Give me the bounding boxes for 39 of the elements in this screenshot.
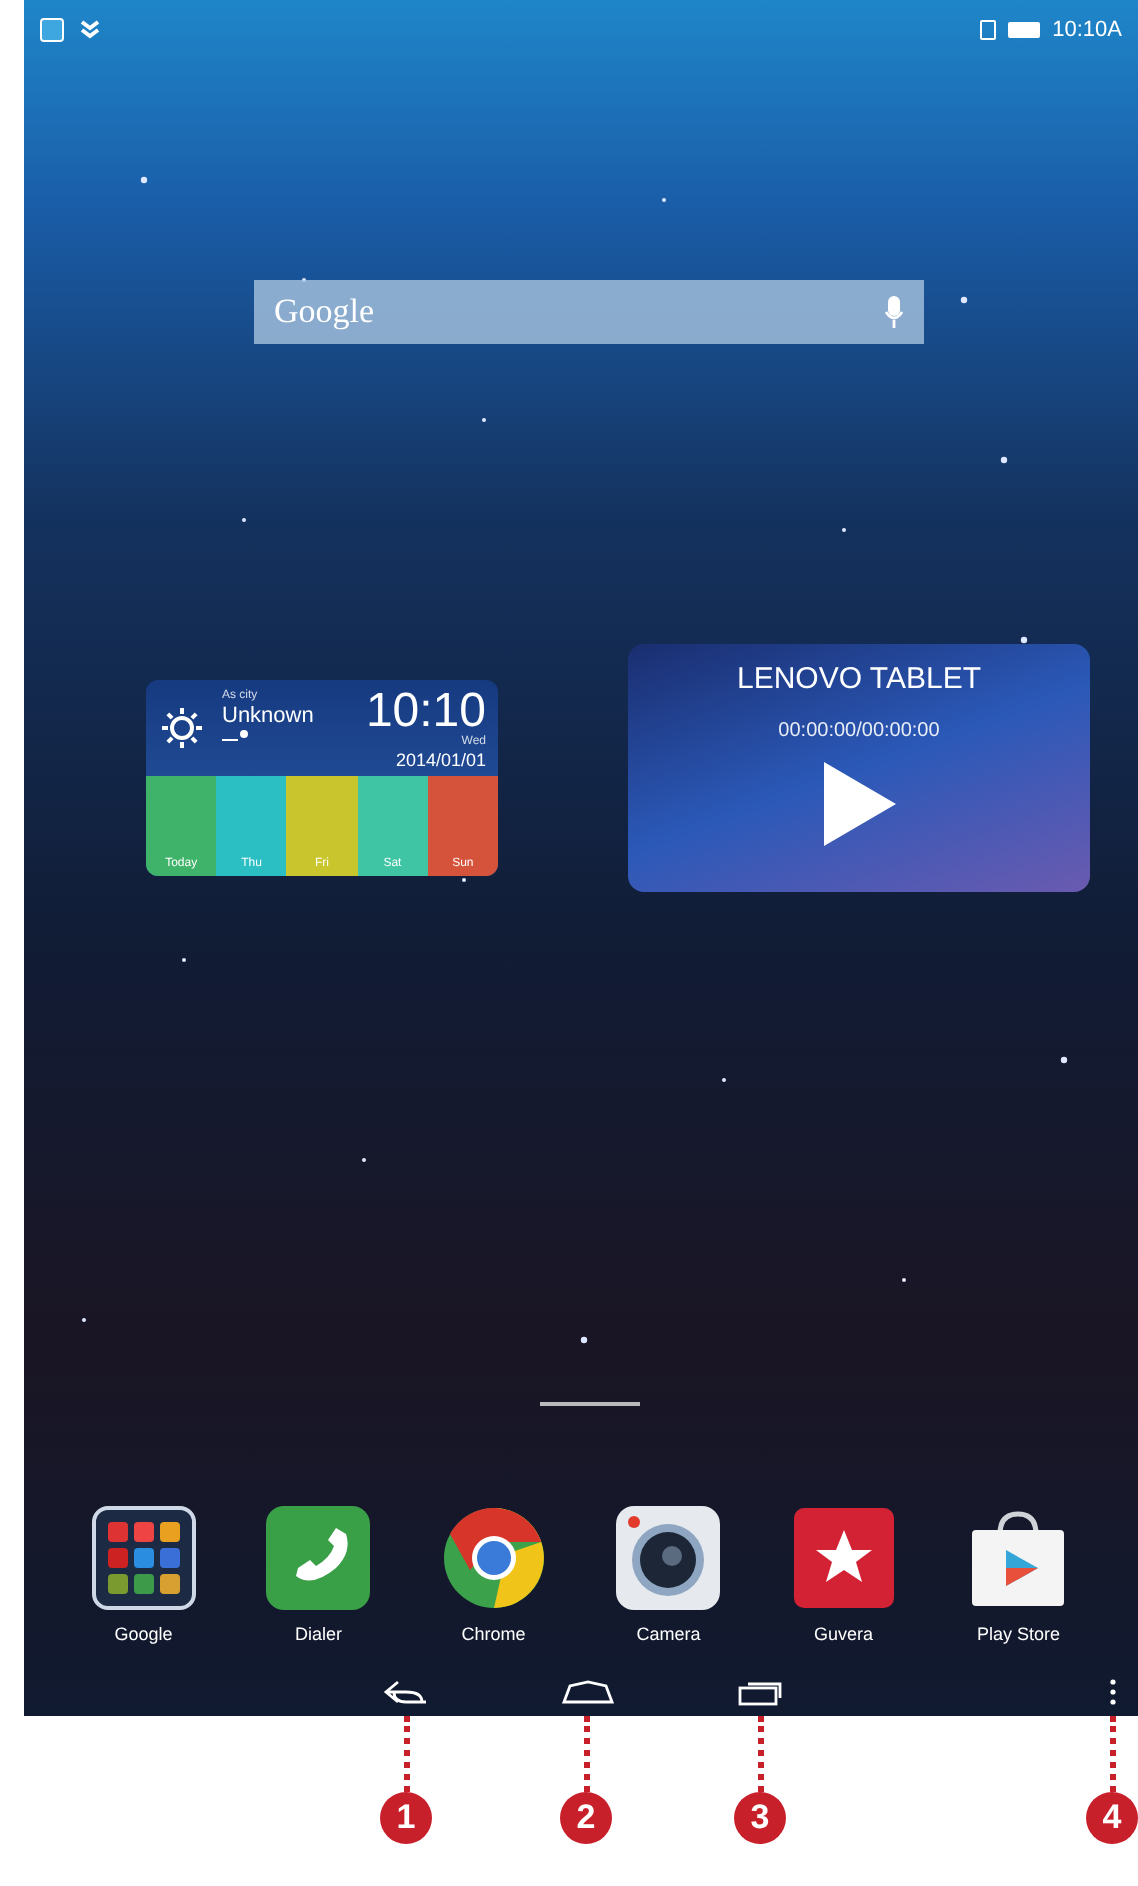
music-title: LENOVO TABLET <box>737 660 981 700</box>
app-label: Dialer <box>294 1622 342 1648</box>
callout-number: 2 <box>560 1792 612 1844</box>
sun-icon <box>158 704 206 752</box>
app-shortcut[interactable]: Guvera <box>756 1506 931 1649</box>
browser-icon <box>441 1506 546 1610</box>
notification-icon <box>40 18 64 42</box>
city-name: Unknown <box>222 704 314 730</box>
music-widget[interactable]: LENOVO TABLET 00:00:00/00:00:00 <box>628 644 1090 892</box>
weather-small-icon <box>222 730 250 742</box>
callout-number: 4 <box>1086 1792 1138 1844</box>
back-icon[interactable] <box>382 1677 430 1705</box>
app-label: Guvera <box>813 1622 873 1648</box>
app-label: Camera <box>636 1622 701 1648</box>
callout-number: 3 <box>734 1792 786 1844</box>
app-label: Play Store <box>976 1622 1061 1648</box>
app-shortcut[interactable]: Google <box>56 1506 231 1649</box>
app-label: Google <box>114 1622 173 1648</box>
page-indicator <box>540 1402 640 1406</box>
menu-icon[interactable] <box>1110 1677 1116 1705</box>
camera-icon <box>616 1506 721 1610</box>
folder-icon <box>91 1506 196 1610</box>
status-time: 10:10A <box>1052 15 1122 46</box>
search-placeholder: Google <box>274 290 375 335</box>
clock-date: 2014/01/01 <box>395 750 486 772</box>
app-shortcut[interactable]: Chrome <box>406 1506 581 1649</box>
battery-icon <box>1008 22 1041 38</box>
app-shortcut[interactable]: Camera <box>581 1506 756 1649</box>
download-icon <box>80 18 100 42</box>
home-icon[interactable] <box>562 1679 614 1703</box>
app-shortcut[interactable]: Dialer <box>231 1506 406 1649</box>
recent-apps-icon[interactable] <box>738 1677 786 1705</box>
phone-icon <box>266 1506 371 1610</box>
app-label: Chrome <box>461 1622 526 1648</box>
playback-time: 00:00:00/00:00:00 <box>778 717 940 745</box>
clock-time: 10:10 <box>365 688 486 736</box>
play-icon[interactable] <box>823 761 895 845</box>
app-shortcut[interactable]: Play Store <box>931 1506 1106 1649</box>
callout-number: 1 <box>380 1792 432 1844</box>
